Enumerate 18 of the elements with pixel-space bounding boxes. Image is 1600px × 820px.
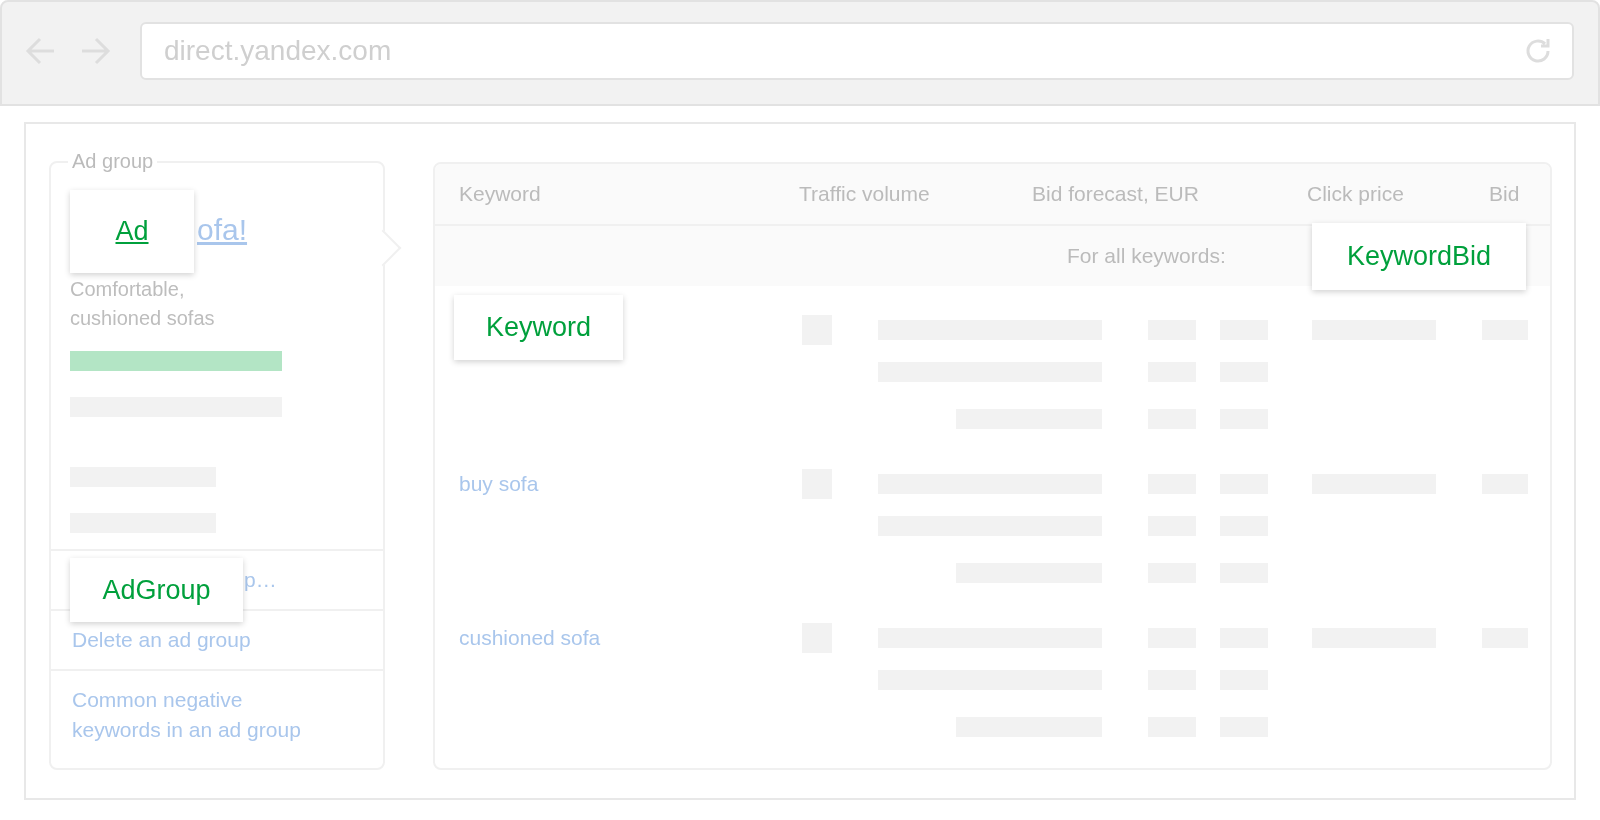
ad-description: Comfortable, cushioned sofas [70, 277, 215, 331]
column-header: Bid forecast, EUR [1032, 182, 1200, 206]
ad-headline-link[interactable]: ofa! [197, 213, 248, 247]
panel-link[interactable]: Common negative keywords in an ad group [72, 685, 322, 745]
panel-legend: Ad group [68, 150, 158, 173]
keyword-link[interactable]: buy sofa [459, 472, 539, 495]
panel-link[interactable]: p… [244, 565, 277, 595]
column-header: Bid [1489, 182, 1521, 206]
callout-label: Keyword [454, 295, 623, 360]
callout-label: Ad [70, 190, 194, 273]
panel-link[interactable]: Delete an ad group [72, 625, 322, 655]
callout-label: AdGroup [70, 558, 243, 622]
column-header: Keyword [459, 182, 542, 206]
keyword-link[interactable]: cushioned sofa [459, 626, 601, 649]
callout-label: KeywordBid [1312, 223, 1526, 290]
column-header: Traffic volume [799, 182, 931, 206]
all-keywords-label: For all keywords: [1067, 244, 1226, 268]
column-header: Click price [1307, 182, 1405, 206]
